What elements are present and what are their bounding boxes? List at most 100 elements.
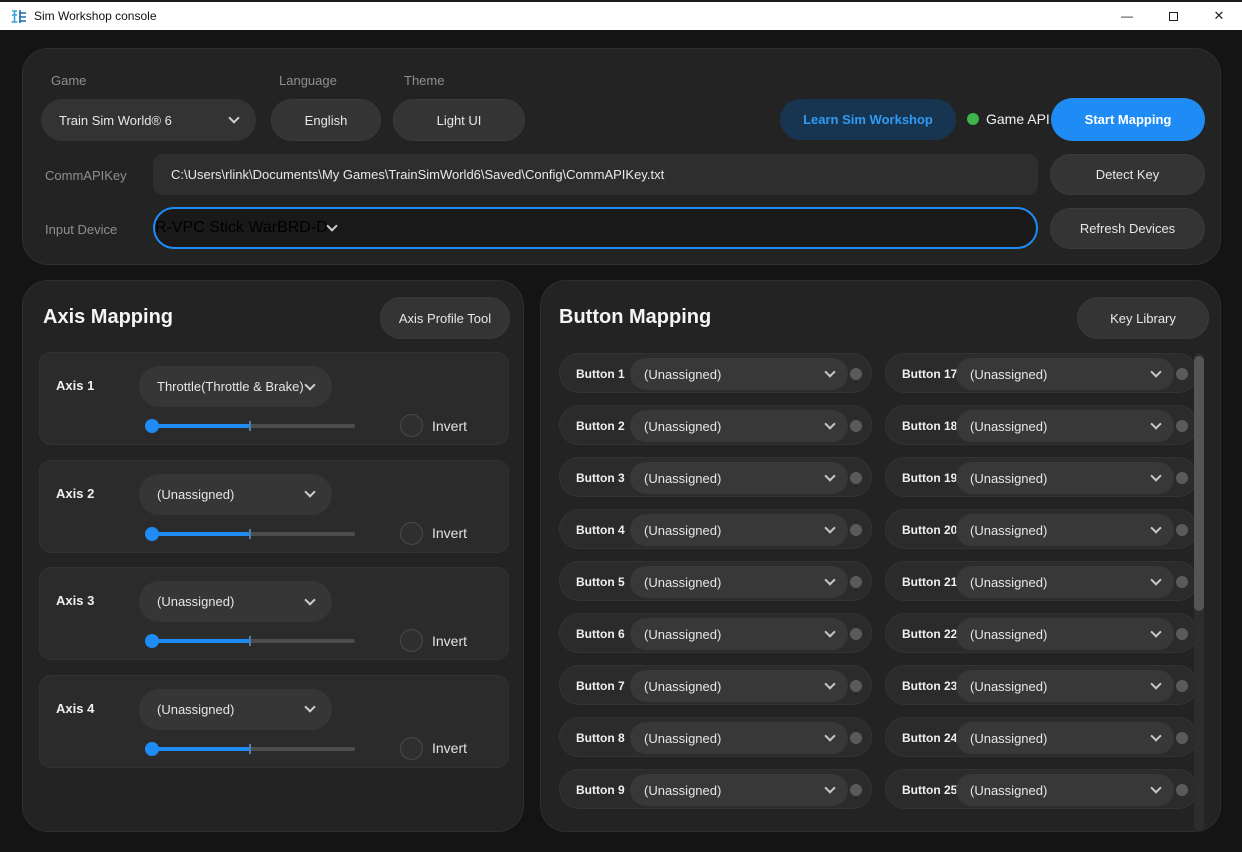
button-assignment-select[interactable]: (Unassigned) [630,410,848,442]
button-state-indicator-icon [850,472,862,484]
axis-assignment-select[interactable]: (Unassigned) [139,581,332,622]
invert-toggle[interactable]: Invert [400,629,467,652]
axis-label: Axis 3 [56,593,94,608]
button-label: Button 7 [576,679,625,693]
button-assignment-select[interactable]: (Unassigned) [956,566,1174,598]
input-device-select[interactable]: R-VPC Stick WarBRD-D [153,207,1038,249]
slider-thumb[interactable] [145,742,159,756]
button-assignment-select[interactable]: (Unassigned) [956,410,1174,442]
axis-mapping-panel: Axis Mapping Axis Profile Tool Axis 1Thr… [22,280,524,832]
button-assignment-value: (Unassigned) [956,523,1152,538]
button-label: Button 24 [902,731,957,745]
comm-api-key-input[interactable]: C:\Users\rlink\Documents\My Games\TrainS… [153,154,1038,195]
chevron-down-icon [304,486,315,497]
button-row: Button 17(Unassigned) [885,353,1198,393]
start-mapping-button[interactable]: Start Mapping [1051,98,1205,141]
chevron-down-icon [824,470,835,481]
button-state-indicator-icon [850,368,862,380]
detect-key-button[interactable]: Detect Key [1050,154,1205,195]
axis-value-slider[interactable] [145,526,355,542]
slider-thumb[interactable] [145,527,159,541]
button-state-indicator-icon [850,628,862,640]
slider-fill [152,424,250,428]
invert-radio-icon[interactable] [400,522,423,545]
button-row: Button 24(Unassigned) [885,717,1198,757]
button-assignment-value: (Unassigned) [630,419,826,434]
button-assignment-value: (Unassigned) [630,731,826,746]
invert-label: Invert [432,418,467,434]
invert-label: Invert [432,740,467,756]
button-assignment-value: (Unassigned) [630,783,826,798]
scrollbar-thumb[interactable] [1194,356,1204,611]
slider-thumb[interactable] [145,419,159,433]
button-assignment-select[interactable]: (Unassigned) [956,722,1174,754]
chevron-down-icon [1150,366,1161,377]
axis-assignment-select[interactable]: (Unassigned) [139,689,332,730]
button-assignment-value: (Unassigned) [956,731,1152,746]
theme-button[interactable]: Light UI [393,99,525,141]
axis-assignment-value: (Unassigned) [139,594,306,609]
button-label: Button 20 [902,523,957,537]
button-label: Button 17 [902,367,957,381]
button-assignment-select[interactable]: (Unassigned) [956,358,1174,390]
button-state-indicator-icon [1176,784,1188,796]
button-assignment-select[interactable]: (Unassigned) [630,462,848,494]
button-label: Button 18 [902,419,957,433]
slider-fill [152,747,250,751]
refresh-devices-button[interactable]: Refresh Devices [1050,208,1205,249]
invert-label: Invert [432,633,467,649]
chevron-down-icon [304,594,315,605]
button-assignment-value: (Unassigned) [630,679,826,694]
button-assignment-select[interactable]: (Unassigned) [630,566,848,598]
chevron-down-icon [1150,522,1161,533]
chevron-down-icon [228,112,239,123]
axis-assignment-select[interactable]: (Unassigned) [139,474,332,515]
maximize-icon[interactable] [1150,2,1196,30]
button-assignment-select[interactable]: (Unassigned) [956,774,1174,806]
minimize-icon[interactable]: — [1104,2,1150,30]
slider-thumb[interactable] [145,634,159,648]
language-label: Language [279,73,337,88]
invert-radio-icon[interactable] [400,629,423,652]
button-state-indicator-icon [850,576,862,588]
button-assignment-select[interactable]: (Unassigned) [630,358,848,390]
axis-value-slider[interactable] [145,418,355,434]
axis-mapping-title: Axis Mapping [43,306,173,329]
button-assignment-select[interactable]: (Unassigned) [956,618,1174,650]
slider-center-tick [249,421,251,431]
slider-center-tick [249,529,251,539]
close-icon[interactable]: ✕ [1196,2,1242,30]
button-assignment-select[interactable]: (Unassigned) [956,462,1174,494]
invert-radio-icon[interactable] [400,414,423,437]
button-assignment-select[interactable]: (Unassigned) [630,618,848,650]
chevron-down-icon [824,730,835,741]
axis-profile-tool-button[interactable]: Axis Profile Tool [380,297,510,339]
learn-sim-workshop-button[interactable]: Learn Sim Workshop [780,99,956,140]
invert-toggle[interactable]: Invert [400,414,467,437]
game-api-label: Game API [986,111,1050,127]
axis-assignment-select[interactable]: Throttle(Throttle & Brake) [139,366,332,407]
invert-toggle[interactable]: Invert [400,737,467,760]
button-label: Button 8 [576,731,625,745]
button-row: Button 20(Unassigned) [885,509,1198,549]
button-assignment-select[interactable]: (Unassigned) [956,670,1174,702]
chevron-down-icon [304,379,315,390]
button-assignment-select[interactable]: (Unassigned) [630,514,848,546]
button-assignment-select[interactable]: (Unassigned) [630,722,848,754]
axis-value-slider[interactable] [145,633,355,649]
button-state-indicator-icon [850,732,862,744]
button-assignment-select[interactable]: (Unassigned) [956,514,1174,546]
chevron-down-icon [304,701,315,712]
game-select[interactable]: Train Sim World® 6 [41,99,256,141]
key-library-button[interactable]: Key Library [1077,297,1209,339]
invert-radio-icon[interactable] [400,737,423,760]
button-assignment-select[interactable]: (Unassigned) [630,774,848,806]
button-label: Button 4 [576,523,625,537]
language-button[interactable]: English [271,99,381,141]
axis-value-slider[interactable] [145,741,355,757]
chevron-down-icon [824,574,835,585]
invert-label: Invert [432,525,467,541]
button-assignment-select[interactable]: (Unassigned) [630,670,848,702]
invert-toggle[interactable]: Invert [400,522,467,545]
button-assignment-value: (Unassigned) [956,679,1152,694]
